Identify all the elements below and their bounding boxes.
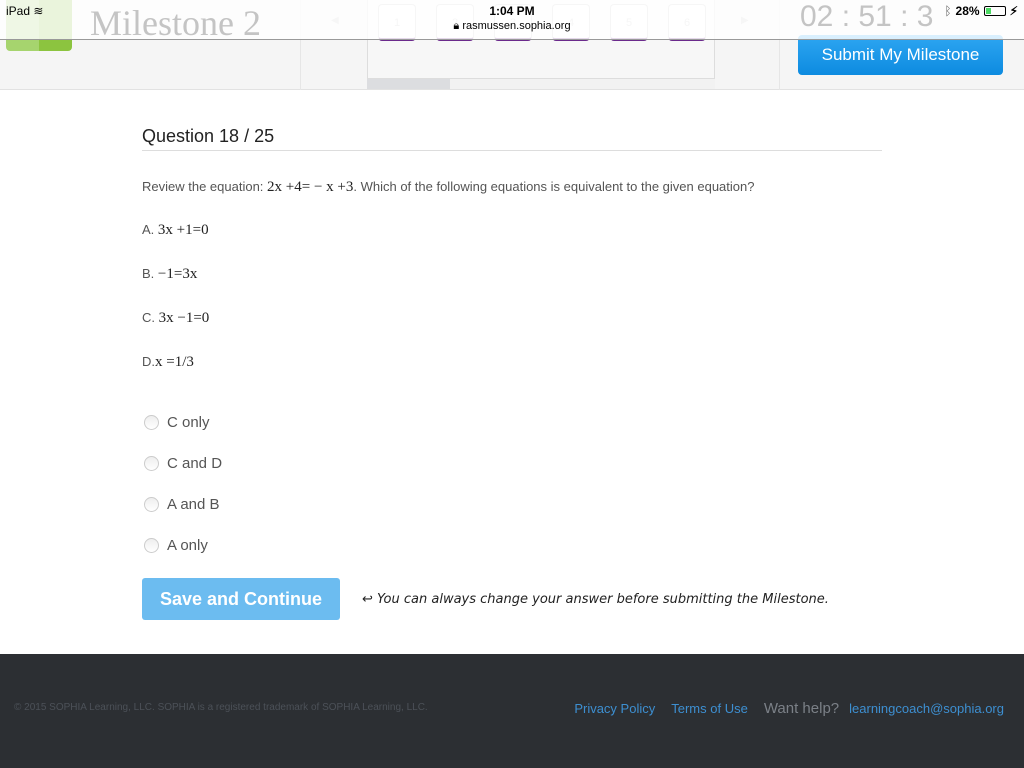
copyright: © 2015 SOPHIA Learning, LLC. SOPHIA is a… [14,702,428,713]
radio-button[interactable] [144,415,159,430]
timer: 02 : 51 : 3 [800,0,934,33]
milestone-title: Milestone 2 [90,3,261,43]
actions-row: Save and Continue ↩ You can always chang… [142,578,882,620]
email-link[interactable]: learningcoach@sophia.org [849,701,1004,716]
radio-button[interactable] [144,538,159,553]
privacy-policy-link[interactable]: Privacy Policy [574,701,655,716]
page-scrollbar[interactable] [367,79,715,89]
question-prompt: Review the equation: 2x +4= − x +3. Whic… [142,179,755,195]
radio-button[interactable] [144,456,159,471]
save-and-continue-button[interactable]: Save and Continue [142,578,340,620]
option-b: B. −1=3x [142,266,198,282]
submit-milestone-button[interactable]: Submit My Milestone [798,35,1003,75]
bluetooth-icon: ᛒ [944,4,952,18]
hint-text: ↩ You can always change your answer befo… [362,591,829,607]
answer-choice[interactable]: A and B [144,484,882,525]
lock-icon: 🔒︎ [453,20,460,32]
option-c: C. 3x −1=0 [142,310,210,326]
footer-links: Privacy Policy Terms of Use Want help? l… [574,700,1004,717]
option-a: A. 3x +1=0 [142,222,209,238]
scroll-thumb[interactable] [367,79,450,89]
answer-choice[interactable]: A only [144,525,882,566]
option-d: D.x =1/3 [142,354,194,370]
radio-button[interactable] [144,497,159,512]
answer-choice[interactable]: C only [144,402,882,443]
status-right: ᛒ 28% ⚡︎ [944,4,1018,18]
answer-choice[interactable]: C and D [144,443,882,484]
terms-of-use-link[interactable]: Terms of Use [671,701,748,716]
want-help-label: Want help? [763,700,840,717]
answer-choices: C only C and D A and B A only [142,402,882,566]
reply-arrow-icon: ↩ [362,591,373,607]
battery-percent: 28% [955,4,980,18]
question-title: Question 18 / 25 [142,126,882,151]
battery-icon [983,6,1006,16]
question-panel: Question 18 / 25 Review the equation: 2x… [142,126,882,620]
footer: © 2015 SOPHIA Learning, LLC. SOPHIA is a… [0,654,1024,768]
charging-icon: ⚡︎ [1009,4,1018,18]
